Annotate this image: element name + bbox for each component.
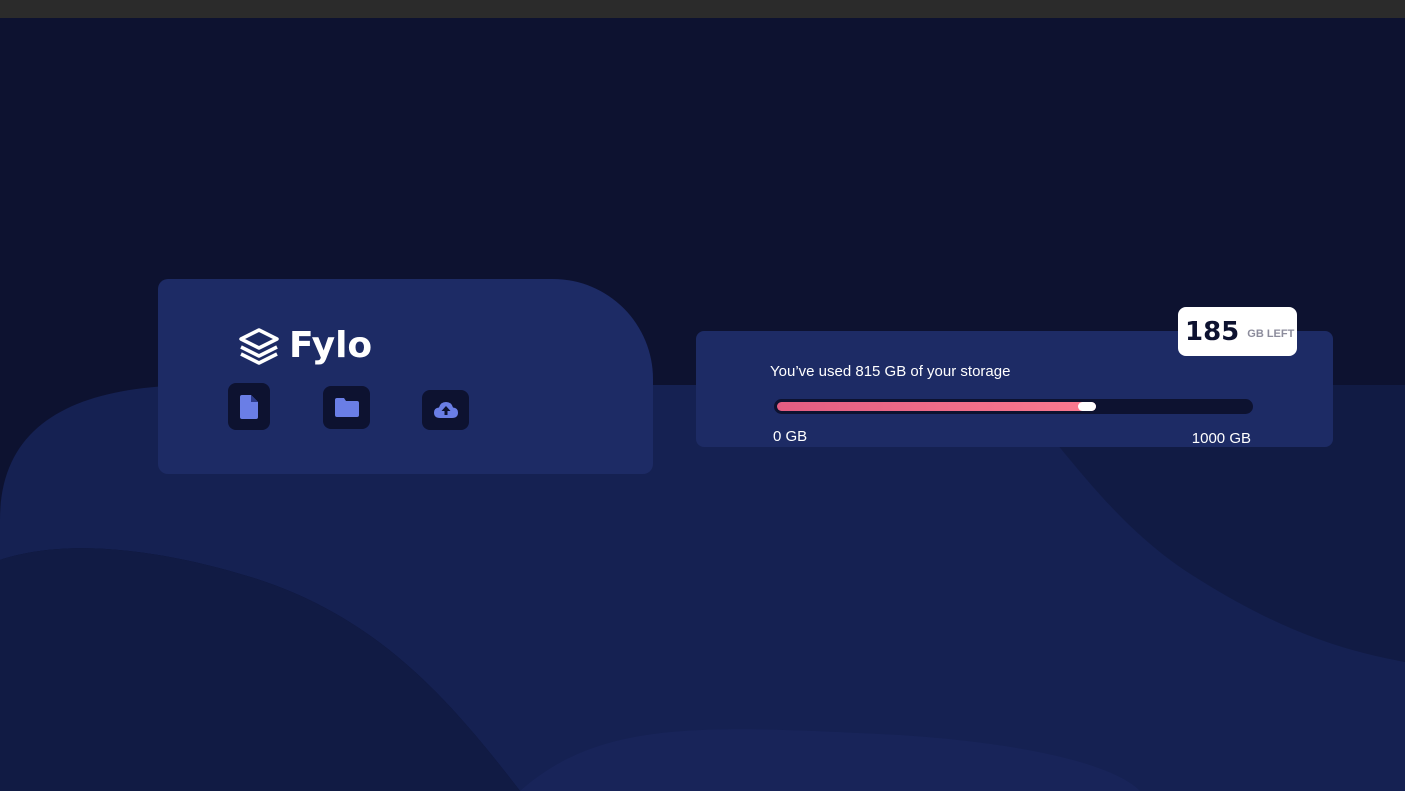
remaining-number: 185 [1185, 316, 1240, 347]
brand-name: Fylo [289, 325, 373, 366]
fylo-logo: Fylo [237, 325, 372, 366]
storage-progress-fill [777, 402, 1096, 411]
storage-progress-bar [774, 399, 1253, 414]
document-button[interactable] [228, 383, 270, 430]
remaining-unit: GB LEFT [1247, 327, 1295, 340]
folder-icon [334, 398, 359, 417]
document-icon [240, 394, 258, 419]
usage-text: You’ve used 815 GB of your storage [770, 363, 1011, 380]
scale-min-label: 0 GB [773, 428, 808, 445]
scale-max-label: 1000 GB [1191, 430, 1251, 447]
remaining-storage-badge: 185 GB LEFT [1178, 307, 1297, 356]
storage-progress-thumb [1078, 402, 1096, 411]
cloud-upload-icon [433, 402, 458, 418]
logo-card: Fylo [158, 279, 653, 474]
folder-button[interactable] [323, 386, 370, 429]
layers-logo-icon [239, 327, 279, 365]
upload-button[interactable] [422, 390, 469, 430]
